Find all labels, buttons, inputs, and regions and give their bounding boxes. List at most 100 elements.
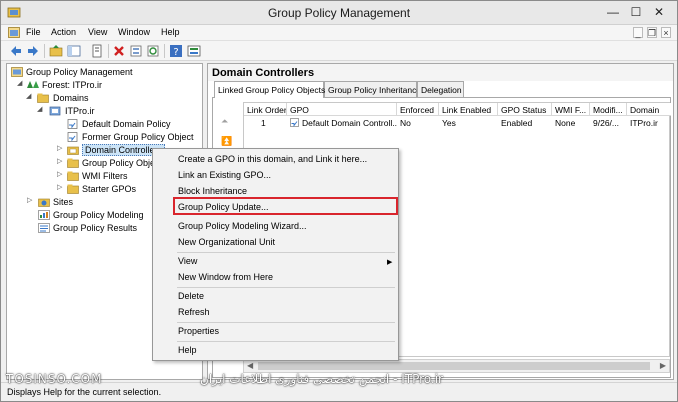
- menu-item-refresh[interactable]: Refresh: [178, 307, 210, 317]
- menu-item-help[interactable]: Help: [178, 345, 197, 355]
- forest-icon: [27, 81, 39, 88]
- expand-chevron-icon[interactable]: ▷: [57, 170, 65, 178]
- menu-item-new-window[interactable]: New Window from Here: [178, 272, 273, 282]
- tab-delegation[interactable]: Delegation: [417, 81, 464, 97]
- column-header-domain[interactable]: Domain: [627, 103, 671, 116]
- sites-icon: [38, 198, 50, 207]
- menu-item-properties[interactable]: Properties: [178, 326, 219, 336]
- menu-separator: [177, 341, 395, 342]
- back-arrow-icon[interactable]: [9, 44, 23, 58]
- tree-item-label: Group Policy Results: [53, 223, 138, 233]
- expand-chevron-icon[interactable]: ▷: [57, 183, 65, 191]
- collapse-chevron-icon[interactable]: ◢: [26, 92, 34, 100]
- help-icon[interactable]: ?: [169, 44, 183, 58]
- tree-item-label: Forest: ITPro.ir: [42, 80, 103, 90]
- scrollbar-thumb[interactable]: [258, 362, 650, 370]
- scroll-right-arrow-icon[interactable]: ▶: [660, 361, 666, 370]
- status-text: Displays Help for the current selection.: [7, 387, 162, 397]
- menu-file[interactable]: File: [26, 27, 41, 37]
- properties-sheet-icon[interactable]: [90, 44, 104, 58]
- forward-arrow-icon[interactable]: [26, 44, 40, 58]
- expand-chevron-icon[interactable]: ▷: [27, 196, 35, 204]
- tab-linked-gpos[interactable]: Linked Group Policy Objects: [214, 81, 325, 98]
- context-menu: Create a GPO in this domain, and Link it…: [152, 148, 399, 361]
- gpo-link-icon: [67, 132, 78, 142]
- move-up-arrow-icon[interactable]: ⏶: [221, 116, 228, 127]
- results-icon: [38, 223, 50, 233]
- expand-chevron-icon[interactable]: ▷: [57, 157, 65, 165]
- column-header-gpo-status[interactable]: GPO Status: [498, 103, 552, 116]
- details-title: Domain Controllers: [212, 67, 315, 79]
- submenu-arrow-icon: ▶: [387, 259, 393, 266]
- column-header-link-order[interactable]: Link Order: [244, 103, 287, 116]
- mdi-close-button[interactable]: ×: [661, 27, 671, 38]
- modeling-icon: [38, 210, 50, 220]
- collapse-chevron-icon[interactable]: ◢: [17, 79, 25, 87]
- column-header-modified[interactable]: Modifi...: [590, 103, 627, 116]
- tree-item-label: Starter GPOs: [82, 184, 137, 194]
- app-window: Group Policy Management — ☐ ✕ File Actio…: [0, 0, 678, 402]
- ou-icon: [67, 146, 79, 155]
- column-header-enforced[interactable]: Enforced: [397, 103, 439, 116]
- scroll-left-arrow-icon[interactable]: ◀: [247, 361, 253, 370]
- menu-item-delete[interactable]: Delete: [178, 291, 204, 301]
- tree-item-label: ITPro.ir: [65, 106, 95, 116]
- mdi-restore-button[interactable]: ❐: [647, 27, 657, 38]
- cell-link-order: 1: [261, 118, 266, 128]
- tree-item-label: Former Group Policy Object: [82, 132, 194, 142]
- menu-item-new-ou[interactable]: New Organizational Unit: [178, 237, 275, 247]
- window-title: Group Policy Management: [267, 6, 411, 20]
- maximize-button[interactable]: ☐: [625, 3, 647, 21]
- mdi-minimize-button[interactable]: _: [633, 27, 643, 38]
- toolbar: ?: [1, 41, 677, 61]
- menu-item-modeling-wizard[interactable]: Group Policy Modeling Wizard...: [178, 221, 307, 231]
- console-tree-icon[interactable]: [187, 44, 201, 58]
- menu-help[interactable]: Help: [161, 27, 180, 37]
- column-header-link-enabled[interactable]: Link Enabled: [439, 103, 498, 116]
- menu-item-view[interactable]: View: [178, 256, 197, 266]
- move-top-arrow-icon[interactable]: ⏫: [221, 136, 232, 147]
- folder-icon: [67, 184, 79, 194]
- cell-domain: ITPro.ir: [630, 118, 658, 128]
- tab-gp-inheritance[interactable]: Group Policy Inheritance: [324, 81, 421, 97]
- watermark-tosinso: TOSINSO.COM: [6, 372, 103, 386]
- svg-text:?: ?: [173, 47, 178, 58]
- cell-link-enabled: Yes: [442, 118, 456, 128]
- close-button[interactable]: ✕: [648, 3, 670, 21]
- delete-icon[interactable]: [112, 44, 126, 58]
- collapse-chevron-icon[interactable]: ◢: [37, 105, 45, 113]
- tree-item-label: Group Policy Modeling: [53, 210, 144, 220]
- toolbar-separator: [44, 44, 45, 58]
- cell-gpo-status: Enabled: [501, 118, 533, 128]
- tree-item-label: Sites: [53, 197, 74, 207]
- folder-icon: [37, 93, 49, 103]
- menu-item-block-inheritance[interactable]: Block Inheritance: [178, 186, 247, 196]
- gpo-link-icon: [67, 119, 78, 129]
- mmc-menu-icon[interactable]: [8, 27, 20, 38]
- folder-icon: [67, 171, 79, 181]
- menu-action[interactable]: Action: [51, 27, 76, 37]
- menu-window[interactable]: Window: [118, 27, 150, 37]
- properties-icon[interactable]: [129, 44, 143, 58]
- toolbar-separator: [164, 44, 165, 58]
- details-header: Domain Controllers: [208, 64, 673, 81]
- expand-chevron-icon[interactable]: ▷: [57, 144, 65, 152]
- gpm-console-icon: [11, 67, 23, 77]
- column-header-wmi-filter[interactable]: WMI F...: [552, 103, 590, 116]
- minimize-button[interactable]: —: [602, 3, 624, 21]
- show-hide-tree-icon[interactable]: [67, 44, 81, 58]
- refresh-icon[interactable]: [146, 44, 160, 58]
- up-folder-icon[interactable]: [49, 44, 63, 58]
- tree-item-label: Group Policy Obje: [82, 158, 156, 168]
- menu-item-create-gpo[interactable]: Create a GPO in this domain, and Link it…: [178, 154, 367, 164]
- horizontal-scrollbar[interactable]: ◀ ▶: [243, 359, 670, 373]
- menu-bar: File Action View Window Help _ ❐ ×: [1, 25, 677, 41]
- menu-item-link-existing-gpo[interactable]: Link an Existing GPO...: [178, 170, 271, 180]
- menu-separator: [177, 252, 395, 253]
- domain-icon: [49, 106, 61, 116]
- tree-item-label: Domains: [53, 93, 89, 103]
- column-header-gpo[interactable]: GPO: [287, 103, 397, 116]
- menu-item-gp-update[interactable]: Group Policy Update...: [178, 202, 269, 212]
- tree-item-label: Default Domain Policy: [82, 119, 171, 129]
- menu-view[interactable]: View: [88, 27, 107, 37]
